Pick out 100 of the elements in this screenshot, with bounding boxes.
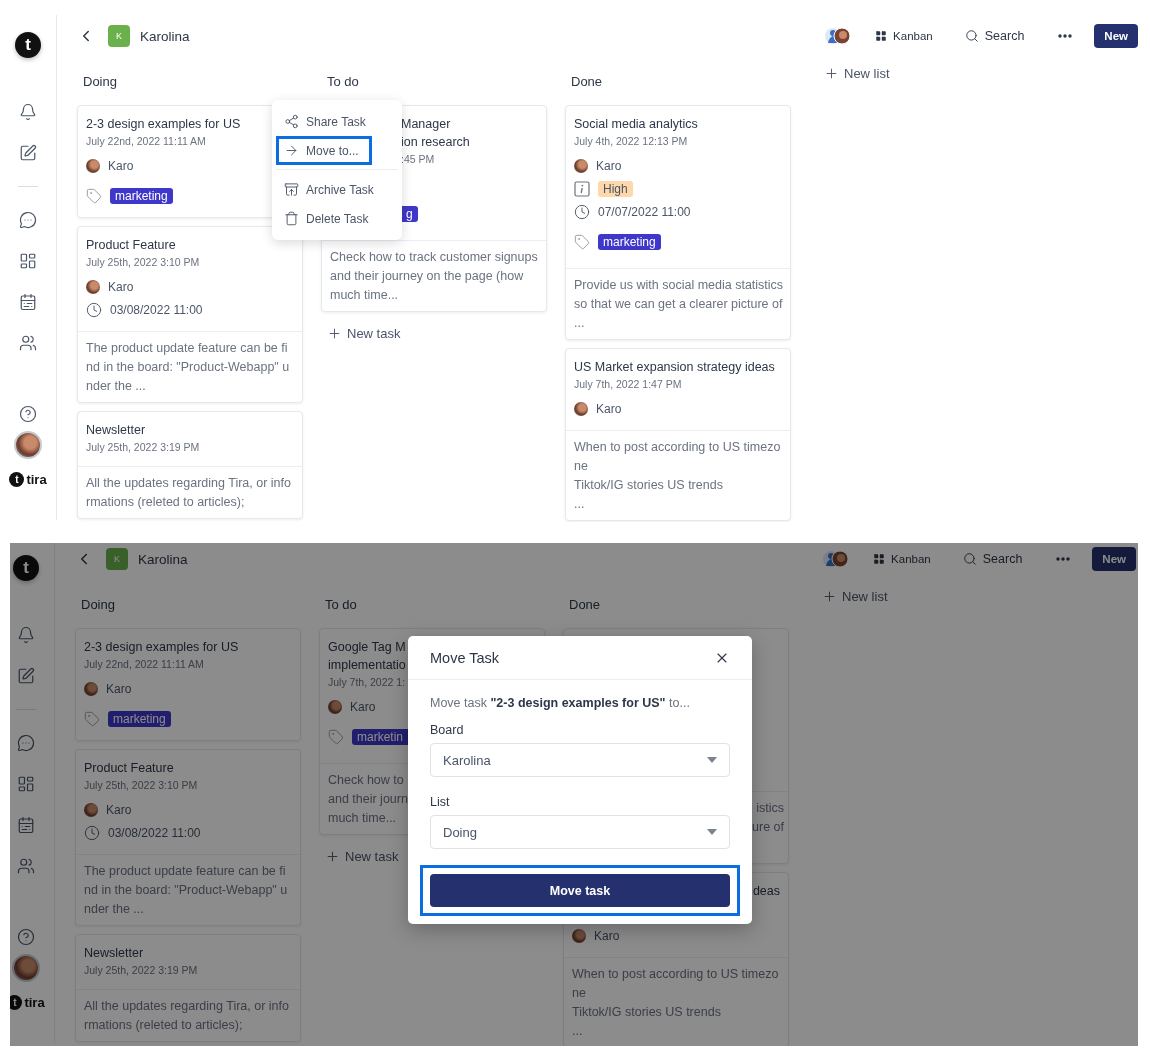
priority-badge: High [598, 181, 633, 197]
share-icon [284, 114, 299, 129]
avatar-icon [86, 159, 100, 173]
card-title: Product Feature [84, 760, 174, 777]
plus-icon [824, 66, 839, 81]
logo[interactable]: t [15, 32, 41, 58]
users-icon[interactable] [19, 334, 37, 352]
tag-badge: marketin [352, 729, 408, 745]
board-title: Karolina [138, 551, 188, 567]
task-card[interactable]: Newsletter July 25th, 2022 3:19 PM All the updates regarding Tira, or informations (releted to articles); [75, 934, 301, 1042]
help-icon[interactable] [17, 928, 35, 946]
board-badge: K [106, 548, 128, 570]
edit-icon[interactable] [17, 667, 35, 685]
assignee-name: Karo [106, 682, 132, 696]
card-title: Google Tag M implementatio [328, 639, 406, 674]
task-card[interactable]: 2-3 design examples for US July 22nd, 2022 11:11 AM Karo marketing [75, 628, 301, 741]
card-description: The product update feature can be find in the board: "Product-Webapp" under the ... [84, 864, 288, 916]
avatar-icon [572, 929, 586, 943]
new-list-button[interactable]: New list [818, 66, 896, 81]
layout-icon[interactable] [17, 775, 35, 793]
menu-item[interactable]: Move to... [276, 136, 372, 165]
assignee-name: Karo [596, 402, 622, 416]
chat-icon[interactable] [17, 734, 35, 752]
due-date: 03/08/2022 11:00 [110, 303, 203, 317]
due-date: 07/07/2022 11:00 [598, 205, 691, 219]
assignee-name: Karo [594, 929, 620, 943]
chat-icon[interactable] [19, 211, 37, 229]
assignee-name: Karo [106, 803, 132, 817]
avatar-icon [84, 803, 98, 817]
layout-icon[interactable] [19, 252, 37, 270]
card-title: 2-3 design examples for US [84, 639, 239, 656]
view-button[interactable]: Kanban [869, 553, 935, 565]
avatar-icon [574, 402, 588, 416]
brand-name: tira [26, 472, 47, 487]
card-title: 2-3 design examples for US [86, 116, 241, 133]
assignee-name: Karo [108, 280, 134, 294]
card-title: Product Feature [86, 237, 176, 254]
view-button[interactable]: Kanban [871, 30, 937, 42]
edit-icon[interactable] [19, 144, 37, 162]
card-title: Newsletter [86, 422, 146, 439]
plus-icon [327, 326, 342, 341]
card-date: July 25th, 2022 3:19 PM [84, 963, 198, 978]
task-card[interactable]: Social media analytics July 4th, 2022 12:13 PM Karo High 07/07/2022 11:00 marketing Provide us with social media statistics so that we can get a clearer picture of ... [565, 105, 791, 340]
avatar-icon[interactable] [12, 954, 40, 982]
avatar-icon [86, 280, 100, 294]
task-card[interactable]: Product Feature July 25th, 2022 3:10 PM Karo 03/08/2022 11:00 The product update feature can be find in the board: "Product-Webapp" under the ... [75, 749, 301, 926]
select-field[interactable]: Doing [430, 815, 730, 849]
card-date: July 4th, 2022 12:13 PM [574, 134, 688, 149]
new-button[interactable]: New [1094, 24, 1138, 48]
brand-mark: t [9, 472, 25, 487]
new-list-button[interactable]: New list [816, 589, 894, 604]
card-description: Provide us with social media statistics so that we can get a clearer picture of ... [574, 278, 784, 330]
task-card[interactable]: Newsletter July 25th, 2022 3:19 PM All the updates regarding Tira, or informations (releted to articles); [77, 411, 303, 519]
card-date: July 22nd, 2022 11:11 AM [84, 657, 204, 672]
calendar-icon[interactable] [19, 293, 37, 311]
task-card[interactable]: Product Feature July 25th, 2022 3:10 PM Karo 03/08/2022 11:00 The product update feature can be find in the board: "Product-Webapp" under the ... [77, 226, 303, 403]
new-task-button[interactable]: New task [319, 849, 405, 864]
card-description: istics ure of [752, 801, 784, 834]
plus-icon [822, 589, 837, 604]
tag-icon [84, 711, 100, 727]
assignee-name: Karo [108, 159, 134, 173]
card-description: All the updates regarding Tira, or informations (releted to articles); [86, 476, 291, 509]
card-title: deas [752, 883, 780, 900]
search-button[interactable]: Search [958, 552, 1027, 566]
bell-icon[interactable] [19, 103, 37, 121]
archive-icon [284, 182, 299, 197]
info-icon [574, 181, 590, 197]
plus-icon [325, 849, 340, 864]
logo[interactable]: t [13, 555, 39, 581]
select-field[interactable]: Karolina [430, 743, 730, 777]
trash-icon [284, 211, 299, 226]
avatar-icon[interactable] [14, 431, 42, 459]
card-date: July 25th, 2022 3:19 PM [86, 440, 200, 455]
avatar-icon [574, 159, 588, 173]
new-button[interactable]: New [1092, 547, 1136, 571]
help-icon[interactable] [19, 405, 37, 423]
avatars-icon [823, 550, 850, 568]
assignee-name: Karo [350, 700, 376, 714]
tag-icon [86, 188, 102, 204]
bell-icon[interactable] [17, 626, 35, 644]
new-task-button[interactable]: New task [321, 326, 407, 341]
card-title: US Market expansion strategy ideas [574, 359, 775, 376]
clock-icon [84, 825, 100, 841]
arrow-right-icon [284, 143, 299, 158]
tag-badge: marketing [110, 188, 173, 204]
column-title: Done [570, 73, 603, 91]
task-card[interactable]: US Market expansion strategy ideas July 7th, 2022 1:47 PM Karo When to post according to US timezone Tiktok/IG stories US trends ... [565, 348, 791, 521]
tag-icon [328, 729, 344, 745]
brand-mark: t [10, 995, 23, 1010]
tag-badge: marketing [108, 711, 171, 727]
card-description: The product update feature can be find in the board: "Product-Webapp" under the ... [86, 341, 290, 393]
search-button[interactable]: Search [960, 29, 1029, 43]
move-task-button[interactable]: Move task [430, 874, 730, 907]
dialog-message: Move task "2-3 design examples for US" to... [430, 695, 691, 712]
card-description: Check how to track customer signups and their journey on the page (how much time... [330, 250, 538, 302]
brand-name: tira [24, 995, 45, 1010]
card-title: Newsletter [84, 945, 144, 962]
card-description: All the updates regarding Tira, or informations (releted to articles); [84, 999, 289, 1032]
users-icon[interactable] [17, 857, 35, 875]
calendar-icon[interactable] [17, 816, 35, 834]
